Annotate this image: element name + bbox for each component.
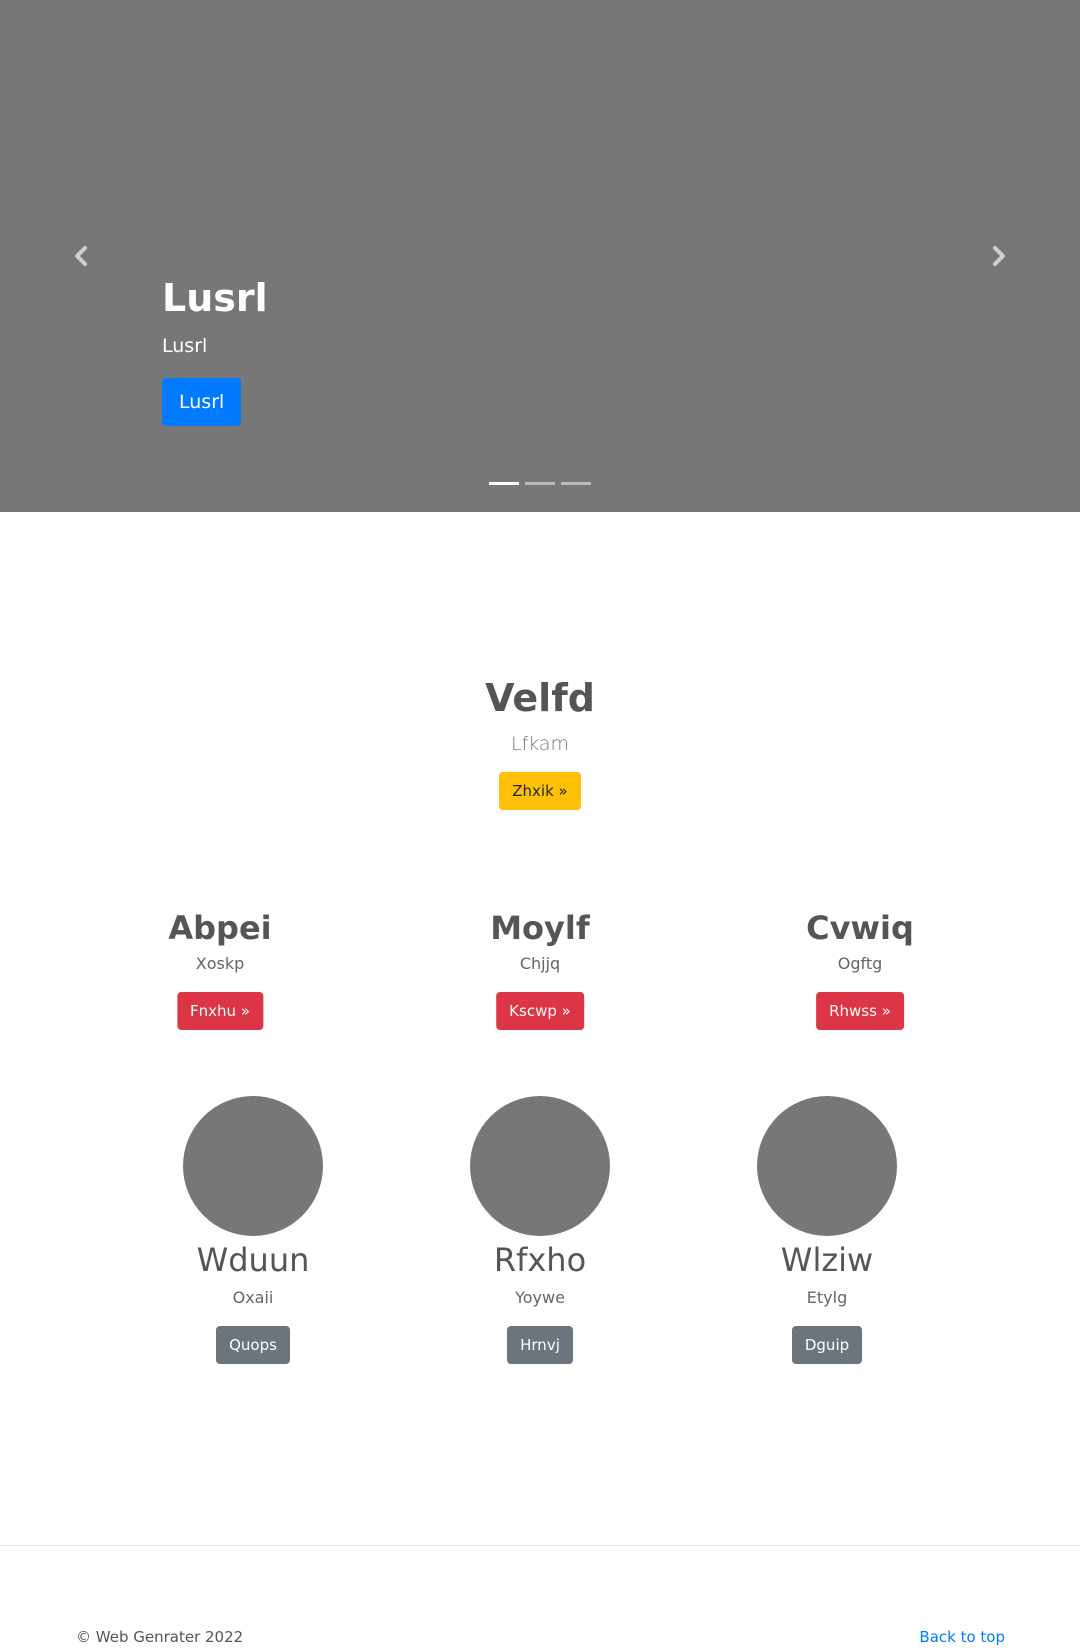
person-button[interactable]: Dguip bbox=[791, 1326, 863, 1364]
feature-subtitle: Ogftg bbox=[837, 954, 883, 973]
feature-title: Cvwiq bbox=[806, 909, 914, 947]
hero-carousel: Lusrl Lusrl Lusrl bbox=[0, 0, 1080, 512]
carousel-indicators bbox=[489, 482, 591, 485]
avatar bbox=[183, 1096, 323, 1236]
feature-column: Moylf Chjjq Kscwp » bbox=[490, 904, 590, 1030]
carousel-indicator-2[interactable] bbox=[525, 482, 555, 485]
hero-section: Velfd Lfkam Zhxik » bbox=[0, 670, 1080, 810]
hero-cta-button[interactable]: Zhxik » bbox=[499, 772, 581, 810]
carousel-prev-button[interactable] bbox=[69, 242, 93, 270]
person-subtitle: Oxaii bbox=[232, 1288, 274, 1307]
feature-column: Cvwiq Ogftg Rhwss » bbox=[806, 904, 914, 1030]
chevron-right-icon bbox=[993, 246, 1005, 266]
carousel-cta-button[interactable]: Lusrl bbox=[162, 378, 242, 426]
carousel-caption: Lusrl Lusrl Lusrl bbox=[162, 270, 268, 426]
feature-button[interactable]: Rhwss » bbox=[816, 992, 904, 1030]
footer-divider bbox=[0, 1545, 1080, 1546]
hero-subtitle: Lfkam bbox=[510, 733, 570, 755]
carousel-next-button[interactable] bbox=[987, 242, 1011, 270]
feature-subtitle: Chjjq bbox=[519, 954, 561, 973]
back-to-top-link[interactable]: Back to top bbox=[919, 1626, 1005, 1648]
avatar bbox=[757, 1096, 897, 1236]
carousel-indicator-1[interactable] bbox=[489, 482, 519, 485]
feature-subtitle: Xoskp bbox=[195, 954, 245, 973]
person-button[interactable]: Quops bbox=[216, 1326, 290, 1364]
hero-title: Velfd bbox=[485, 676, 595, 720]
feature-title: Moylf bbox=[490, 909, 590, 947]
person-button[interactable]: Hrnvj bbox=[507, 1326, 573, 1364]
person-column: Wlziw Etylg Dguip bbox=[757, 1096, 897, 1364]
feature-title: Abpei bbox=[168, 909, 272, 947]
carousel-text: Lusrl bbox=[162, 335, 208, 357]
footer-copyright: © Web Genrater 2022 bbox=[76, 1628, 244, 1646]
carousel-title: Lusrl bbox=[162, 276, 268, 320]
person-name: Wlziw bbox=[780, 1241, 874, 1279]
feature-button[interactable]: Kscwp » bbox=[496, 992, 584, 1030]
chevron-left-icon bbox=[75, 246, 87, 266]
person-column: Rfxho Yoywe Hrnvj bbox=[470, 1096, 610, 1364]
person-name: Rfxho bbox=[493, 1241, 587, 1279]
feature-button[interactable]: Fnxhu » bbox=[177, 992, 263, 1030]
feature-column: Abpei Xoskp Fnxhu » bbox=[168, 904, 272, 1030]
person-subtitle: Etylg bbox=[806, 1288, 848, 1307]
avatar bbox=[470, 1096, 610, 1236]
carousel-indicator-3[interactable] bbox=[561, 482, 591, 485]
person-name: Wduun bbox=[196, 1241, 310, 1279]
person-column: Wduun Oxaii Quops bbox=[183, 1096, 323, 1364]
person-subtitle: Yoywe bbox=[515, 1288, 565, 1307]
